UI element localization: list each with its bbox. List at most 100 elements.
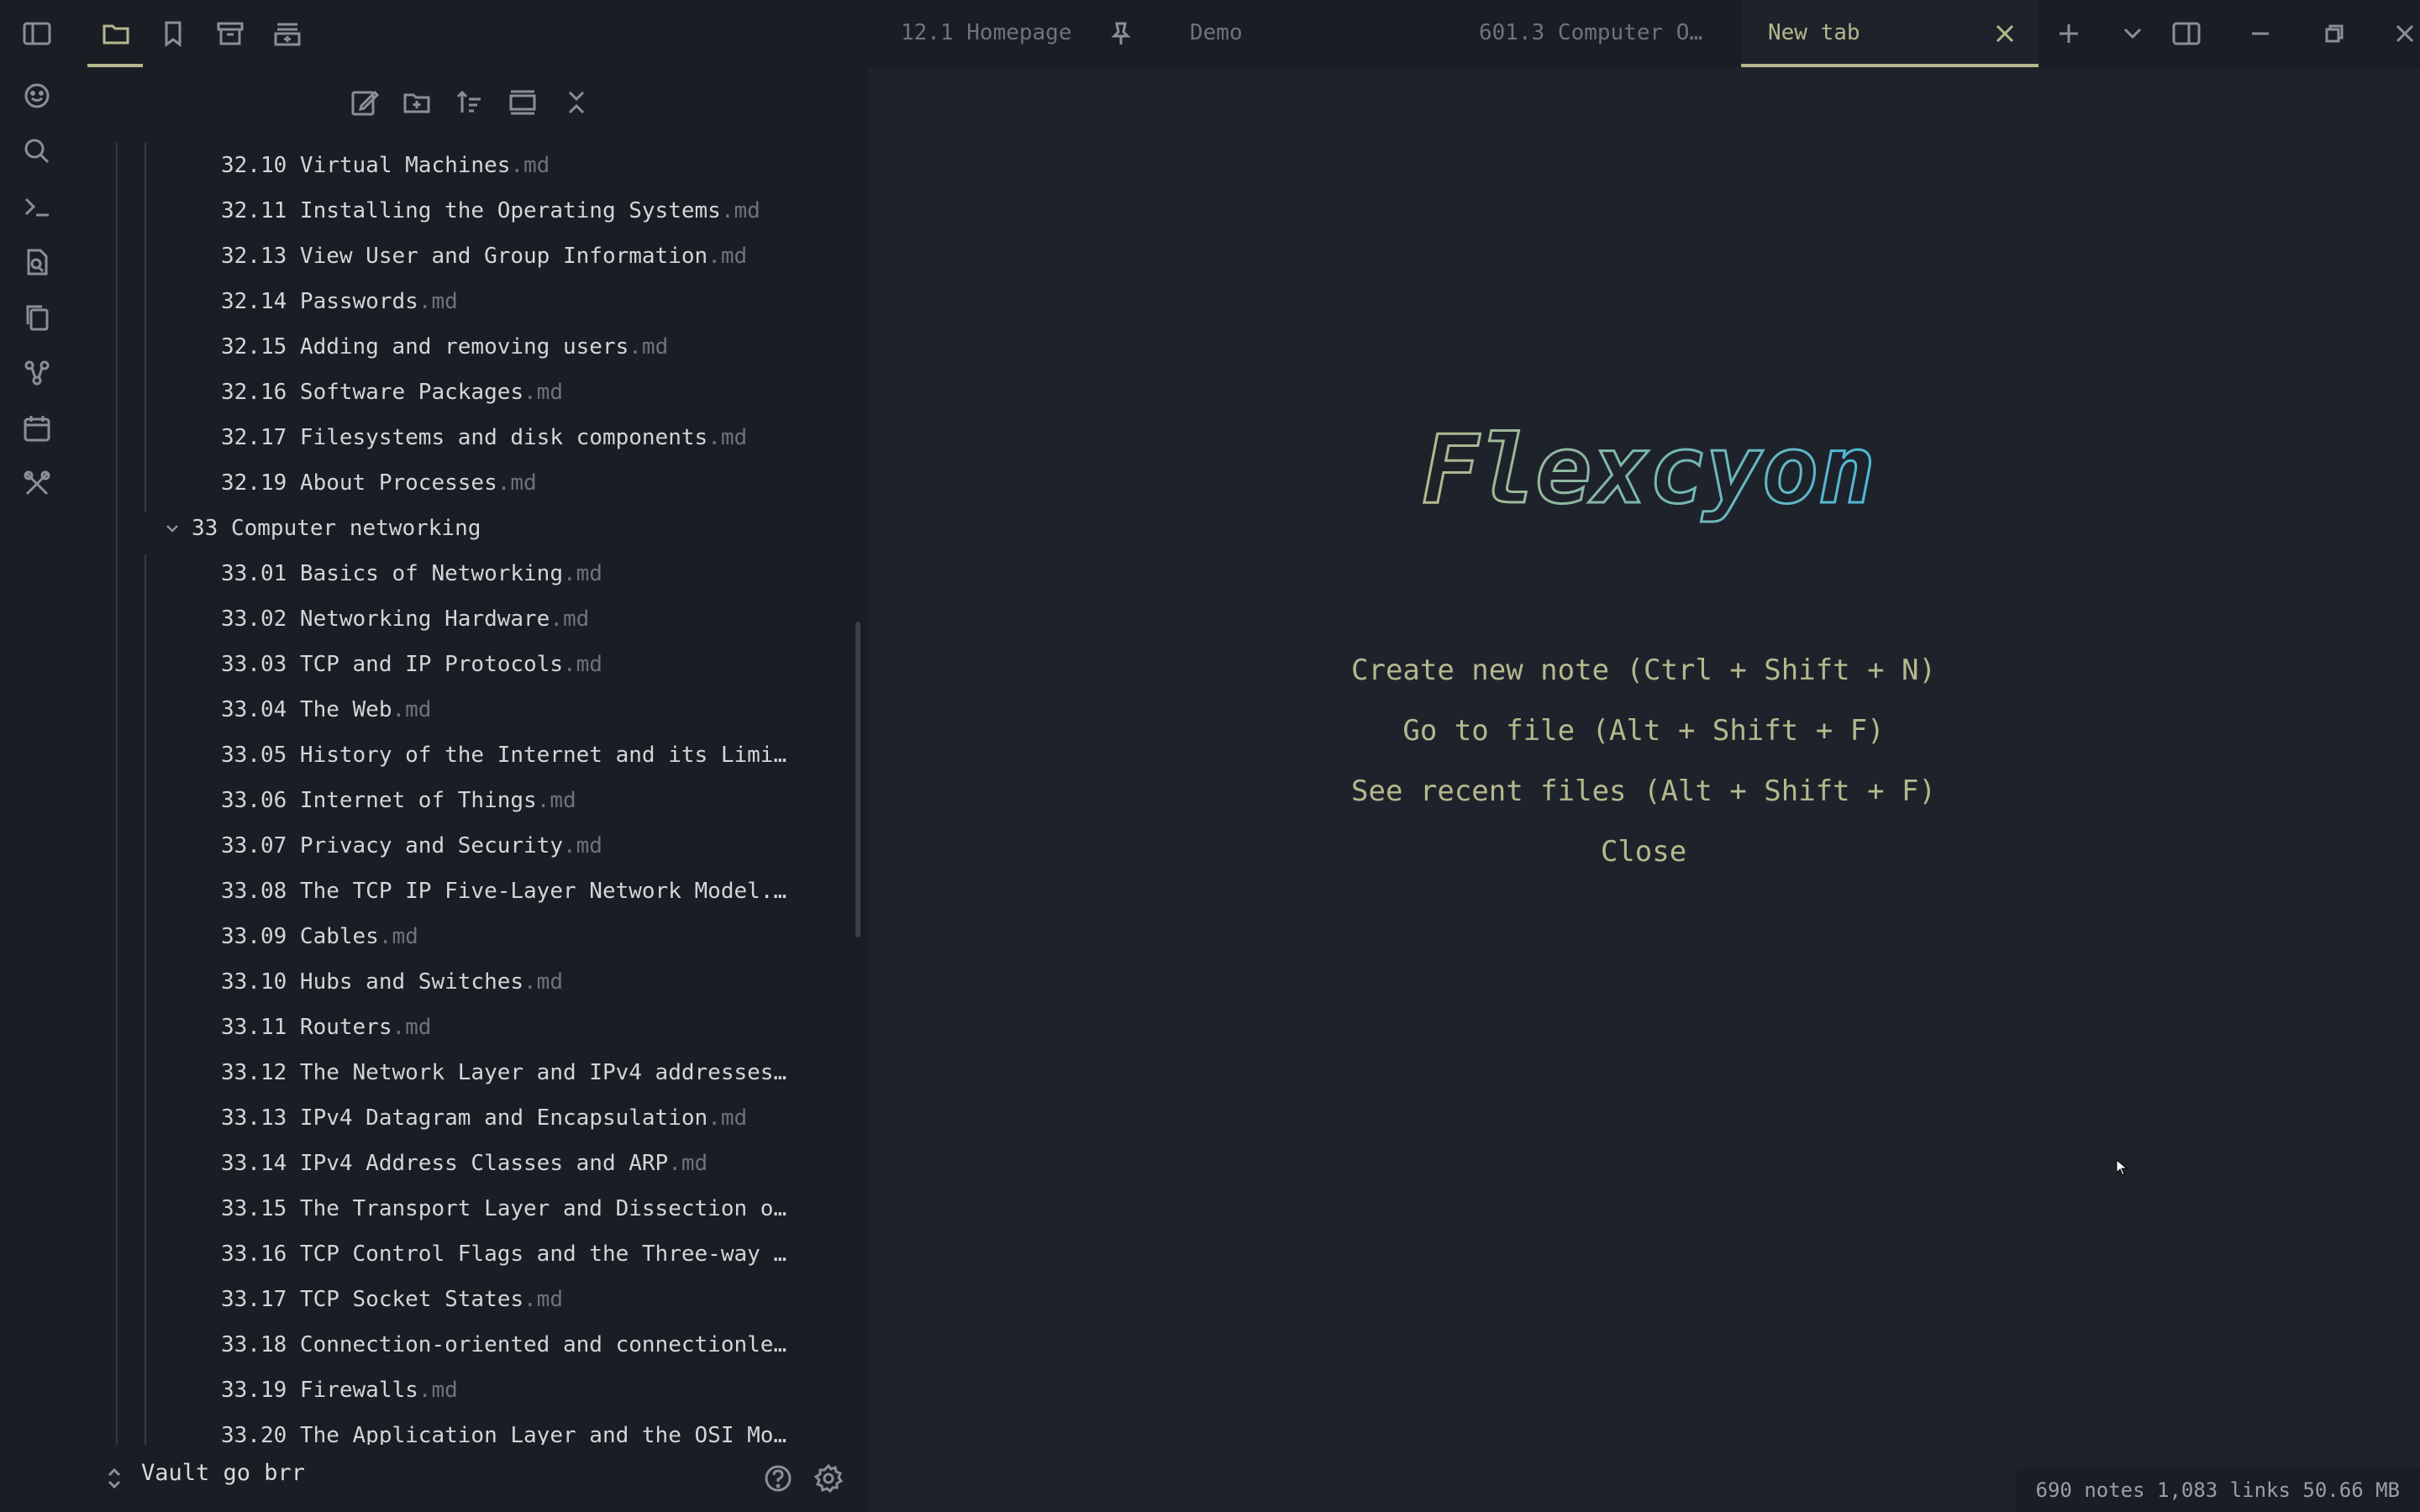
file-item[interactable]: 33.20 The Application Layer and the OSI … xyxy=(221,1413,786,1445)
minimize-icon[interactable] xyxy=(2242,15,2279,52)
close-tab-icon[interactable] xyxy=(1986,15,2023,52)
pin-icon[interactable] xyxy=(1102,15,1139,52)
logo-text: Flexcyon xyxy=(1422,416,1875,525)
sidebar-active-tab-indicator xyxy=(87,64,143,67)
file-item[interactable]: 33.05 History of the Internet and its Li… xyxy=(221,732,786,778)
tab-demo[interactable]: Demo xyxy=(1190,20,1243,45)
stack-add-icon[interactable] xyxy=(269,15,306,52)
tab-computer-o[interactable]: 601.3 Computer O… xyxy=(1479,20,1702,45)
search-icon[interactable] xyxy=(18,133,55,170)
file-item[interactable]: 32.13 View User and Group Information.md xyxy=(221,234,747,279)
vault-name[interactable]: Vault go brr xyxy=(141,1460,305,1486)
file-extension: .md xyxy=(536,788,576,813)
tree-item-label: 32.11 Installing the Operating Systems xyxy=(221,198,721,223)
chevron-up-down-icon[interactable] xyxy=(97,1462,131,1495)
tab-list-chevron-down-icon[interactable] xyxy=(2114,15,2151,52)
create-new-note-action[interactable]: Create new note (Ctrl + Shift + N) xyxy=(867,654,2420,687)
file-item[interactable]: 33.04 The Web.md xyxy=(221,687,431,732)
sidebar-toggle-icon[interactable] xyxy=(18,15,55,52)
close-window-icon[interactable] xyxy=(2390,15,2420,52)
file-item[interactable]: 33.17 TCP Socket States.md xyxy=(221,1277,563,1322)
graph-icon[interactable] xyxy=(18,354,55,391)
sidebar-scrollbar[interactable] xyxy=(855,622,860,937)
file-item[interactable]: 33.08 The TCP IP Five-Layer Network Mode… xyxy=(221,869,786,914)
file-extension: .md xyxy=(523,969,563,995)
file-item[interactable]: 33.10 Hubs and Switches.md xyxy=(221,959,563,1005)
sort-icon[interactable] xyxy=(450,84,487,121)
file-item[interactable]: 32.15 Adding and removing users.md xyxy=(221,324,668,370)
file-extension: .md xyxy=(497,470,537,496)
settings-gear-icon[interactable] xyxy=(810,1460,847,1497)
file-item[interactable]: 33.02 Networking Hardware.md xyxy=(221,596,589,642)
file-item[interactable]: 33.06 Internet of Things.md xyxy=(221,778,576,823)
tools-icon[interactable] xyxy=(18,465,55,502)
file-item[interactable]: 33.03 TCP and IP Protocols.md xyxy=(221,642,602,687)
go-to-file-action[interactable]: Go to file (Alt + Shift + F) xyxy=(867,714,2420,748)
collapse-icon[interactable] xyxy=(504,84,541,121)
file-extension: .md xyxy=(550,606,590,632)
file-item[interactable]: 33.01 Basics of Networking.md xyxy=(221,551,602,596)
status-bar: 690 notes 1,083 links 50.66 MB xyxy=(2015,1468,2420,1512)
file-extension: .md xyxy=(563,652,602,677)
close-all-icon[interactable] xyxy=(558,84,595,121)
new-folder-icon[interactable] xyxy=(398,84,435,121)
file-item[interactable]: 33.09 Cables.md xyxy=(221,914,418,959)
file-extension: .md xyxy=(392,1015,432,1040)
tree-item-label: 33.16 TCP Control Flags and the Three-wa… xyxy=(221,1242,787,1267)
new-note-icon[interactable] xyxy=(346,84,383,121)
file-extension: .md xyxy=(523,380,563,405)
terminal-icon[interactable] xyxy=(18,188,55,225)
tab-bar: 12.1 Homepage Demo 601.3 Computer O… New… xyxy=(867,0,2420,67)
file-item[interactable]: 33.07 Privacy and Security.md xyxy=(221,823,602,869)
close-action[interactable]: Close xyxy=(867,835,2420,869)
indent-guide xyxy=(116,143,118,1445)
chevron-down-icon[interactable] xyxy=(160,506,185,551)
file-item[interactable]: 33.15 The Transport Layer and Dissection… xyxy=(221,1186,786,1231)
file-item[interactable]: 33.18 Connection-oriented and connection… xyxy=(221,1322,786,1368)
help-icon[interactable] xyxy=(760,1460,797,1497)
restore-window-icon[interactable] xyxy=(2316,15,2353,52)
see-recent-files-action[interactable]: See recent files (Alt + Shift + F) xyxy=(867,774,2420,808)
file-item[interactable]: 32.11 Installing the Operating Systems.m… xyxy=(221,188,760,234)
bookmark-icon[interactable] xyxy=(155,15,192,52)
file-item[interactable]: 32.19 About Processes.md xyxy=(221,460,537,506)
file-item[interactable]: 32.14 Passwords.md xyxy=(221,279,458,324)
tree-item-label: 33 Computer networking xyxy=(192,516,481,541)
tree-item-label: 32.13 View User and Group Information xyxy=(221,244,708,269)
file-item[interactable]: 32.10 Virtual Machines.md xyxy=(221,143,550,188)
new-tab-plus-icon[interactable] xyxy=(2050,15,2087,52)
calendar-icon[interactable] xyxy=(18,410,55,447)
smiley-icon[interactable] xyxy=(18,77,55,114)
tree-item-label: 33.02 Networking Hardware xyxy=(221,606,550,632)
file-item[interactable]: 33.14 IPv4 Address Classes and ARP.md xyxy=(221,1141,708,1186)
file-item[interactable]: 33.13 IPv4 Datagram and Encapsulation.md xyxy=(221,1095,747,1141)
mouse-cursor-icon xyxy=(2116,1158,2128,1179)
file-item[interactable]: 33.12 The Network Layer and IPv4 address… xyxy=(221,1050,786,1095)
tab-new-tab-label: New tab xyxy=(1768,20,1860,45)
file-item[interactable]: 33.19 Firewalls.md xyxy=(221,1368,458,1413)
tab-homepage[interactable]: 12.1 Homepage xyxy=(901,20,1072,45)
file-search-icon[interactable] xyxy=(18,244,55,281)
file-extension: .md xyxy=(708,425,748,450)
file-extension: .md xyxy=(668,1151,708,1176)
file-extension: .md xyxy=(563,561,602,586)
tree-item-label: 32.16 Software Packages xyxy=(221,380,524,405)
file-extension: .md xyxy=(378,924,418,949)
file-item[interactable]: 33.11 Routers.md xyxy=(221,1005,431,1050)
tree-item-label: 33.13 IPv4 Datagram and Encapsulation xyxy=(221,1105,708,1131)
file-extension: .md xyxy=(708,244,748,269)
file-item[interactable]: 33.16 TCP Control Flags and the Three-wa… xyxy=(221,1231,786,1277)
copy-icon[interactable] xyxy=(18,299,55,336)
tree-item-label: 32.15 Adding and removing users xyxy=(221,334,629,360)
folder-icon[interactable] xyxy=(97,15,134,52)
tree-item-label: 33.15 The Transport Layer and Dissection… xyxy=(221,1196,787,1221)
file-item[interactable]: 32.17 Filesystems and disk components.md xyxy=(221,415,747,460)
main-workspace: 12.1 Homepage Demo 601.3 Computer O… New… xyxy=(867,0,2420,1512)
folder-item[interactable]: 33 Computer networking xyxy=(166,506,481,551)
tree-item-label: 33.03 TCP and IP Protocols xyxy=(221,652,563,677)
tree-item-label: 32.19 About Processes xyxy=(221,470,497,496)
file-item[interactable]: 32.16 Software Packages.md xyxy=(221,370,563,415)
right-sidebar-toggle-icon[interactable] xyxy=(2168,15,2205,52)
archive-icon[interactable] xyxy=(212,15,249,52)
sidebar-tab-strip xyxy=(74,0,867,67)
